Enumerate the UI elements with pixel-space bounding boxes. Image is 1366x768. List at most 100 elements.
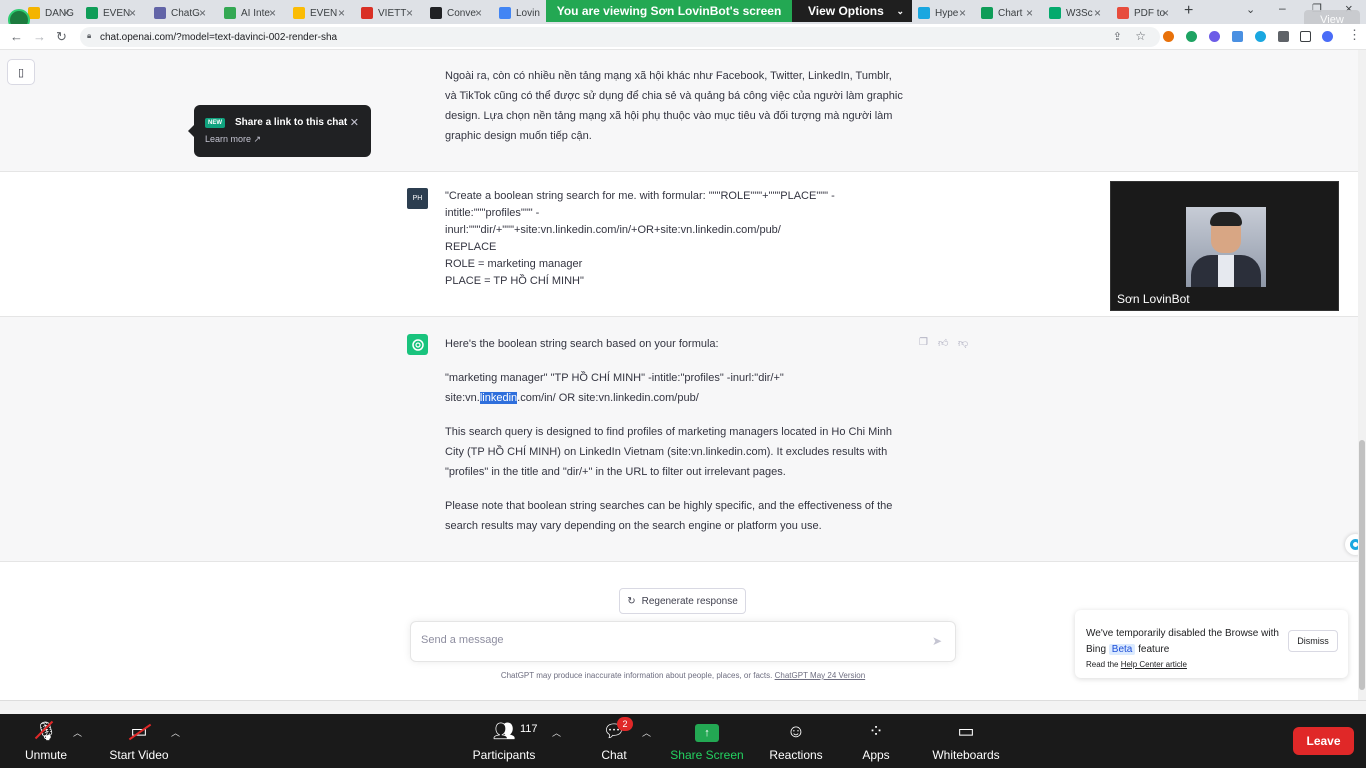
muted-microphone-icon: 🎙︎ (34, 720, 58, 741)
audio-options-chevron-icon[interactable]: ︿ (73, 726, 82, 739)
close-tab-icon[interactable]: × (406, 6, 413, 20)
puzzle-extensions-icon[interactable] (1278, 31, 1289, 42)
zoom-control-bar: 🎙︎ Unmute ︿ ▭ Start Video ︿ 👥︎ Participa… (0, 714, 1366, 768)
participants-chevron-icon[interactable]: ︿ (552, 726, 561, 739)
view-options-button[interactable]: View Options ⌄ (792, 0, 912, 22)
regenerate-response-button[interactable]: ↻ Regenerate response (619, 588, 746, 614)
chatgpt-page: ▯ Ngoài ra, còn có nhiều nền tảng mạng x… (0, 50, 1366, 700)
user-message-text: "Create a boolean string search for me. … (445, 190, 835, 287)
browser-tab[interactable]: VIETT × (355, 2, 419, 24)
notice-help: Read the Help Center article (1086, 660, 1187, 669)
close-tab-icon[interactable]: × (1094, 6, 1101, 20)
viewing-message: You are viewing Sơn LovinBot's screen (546, 0, 792, 22)
view-options-label: View Options (808, 4, 884, 18)
zoom-viewing-banner: You are viewing Sơn LovinBot's screen Vi… (546, 0, 912, 22)
selected-text: linkedin (479, 392, 518, 404)
browser-tab[interactable]: EVEN × (287, 2, 351, 24)
scrollbar-thumb[interactable] (1359, 440, 1365, 690)
unmute-button[interactable]: 🎙︎ Unmute (18, 714, 74, 768)
bookmark-star-icon[interactable]: ☆ (1135, 29, 1146, 43)
sidebar-toggle-button[interactable]: ▯ (7, 59, 35, 85)
browser-toolbar: ← → ↻ 🔒︎ chat.openai.com/?model=text-dav… (0, 24, 1366, 50)
close-tab-icon[interactable]: × (269, 6, 276, 20)
browser-tab[interactable]: W3Sc × (1043, 2, 1107, 24)
extension-icon[interactable] (1255, 31, 1266, 42)
tab-favicon-icon (1049, 7, 1061, 19)
leave-meeting-button[interactable]: Leave (1293, 727, 1354, 755)
copy-icon[interactable]: ❐ (919, 337, 928, 348)
browser-tab[interactable]: AI Inte × (218, 2, 282, 24)
participant-video-tile[interactable]: Sơn LovinBot (1110, 181, 1339, 311)
chat-unread-badge: 2 (617, 717, 633, 731)
close-tab-icon[interactable]: × (199, 6, 206, 20)
browser-menu-icon[interactable]: ⋮ (1348, 27, 1361, 43)
chatgpt-logo-icon (407, 334, 428, 355)
message-input[interactable] (421, 634, 901, 646)
forward-icon[interactable]: → (33, 29, 46, 44)
browser-tab[interactable]: PDF to × (1111, 2, 1175, 24)
smiley-icon: ☺ (786, 721, 806, 741)
video-options-chevron-icon[interactable]: ︿ (171, 726, 180, 739)
close-tab-icon[interactable]: × (475, 6, 482, 20)
browser-tab[interactable]: ChatG × (148, 2, 212, 24)
dismiss-button[interactable]: Dismiss (1288, 630, 1338, 652)
browser-tab[interactable]: EVEN × (80, 2, 142, 24)
profile-avatar[interactable] (1322, 31, 1333, 42)
version-link[interactable]: ChatGPT May 24 Version (775, 671, 866, 680)
start-video-button[interactable]: ▭ Start Video (105, 714, 173, 768)
previous-answer-text: Ngoài ra, còn có nhiều nền tảng mạng xã … (445, 70, 903, 142)
browser-tab[interactable]: Chart × (975, 2, 1039, 24)
new-tab-button[interactable]: + (1184, 2, 1193, 20)
close-tab-icon[interactable]: × (959, 6, 966, 20)
extension-icon[interactable] (1186, 31, 1197, 42)
tab-favicon-icon (293, 7, 305, 19)
tab-favicon-icon (981, 7, 993, 19)
participant-count: 117 (520, 723, 538, 735)
browser-tab[interactable]: DANG × (22, 2, 76, 24)
tab-search-icon[interactable]: ⌄ (1246, 3, 1255, 16)
whiteboards-button[interactable]: ▭ Whiteboards (928, 714, 1004, 768)
chat-chevron-icon[interactable]: ︿ (642, 726, 651, 739)
browser-tab[interactable]: Lovin (493, 2, 545, 24)
close-icon[interactable]: ✕ (350, 116, 359, 129)
new-badge: NEW (205, 118, 225, 128)
minimize-icon[interactable]: – (1279, 1, 1286, 15)
side-panel-icon[interactable] (1300, 31, 1311, 42)
close-tab-icon[interactable]: × (1026, 6, 1033, 20)
reactions-button[interactable]: ☺ Reactions (766, 714, 826, 768)
chevron-down-icon: ⌄ (896, 5, 904, 16)
thumbs-down-icon[interactable]: 👎︎ (958, 337, 968, 349)
share-page-icon[interactable]: ⇪ (1113, 30, 1122, 43)
participant-name: Sơn LovinBot (1117, 292, 1190, 306)
apps-grid-icon: ⁘ (868, 721, 884, 741)
help-center-link[interactable]: Help Center article (1121, 660, 1187, 669)
close-tab-icon[interactable]: × (1162, 6, 1169, 20)
message-composer[interactable]: ➤ (410, 621, 956, 662)
tab-favicon-icon (154, 7, 166, 19)
extension-icon[interactable] (1232, 31, 1243, 42)
sidebar-icon: ▯ (17, 66, 25, 79)
tab-favicon-icon (499, 7, 511, 19)
taskbar-strip (0, 700, 1366, 714)
learn-more-link[interactable]: Learn more ↗ (205, 134, 261, 145)
extension-icon[interactable] (1163, 31, 1174, 42)
answer-intro: Here's the boolean string search based o… (445, 338, 719, 350)
extension-icon[interactable] (1209, 31, 1220, 42)
address-bar[interactable]: 🔒︎ chat.openai.com/?model=text-davinci-0… (80, 27, 1160, 47)
browser-tab[interactable]: Hype × (912, 2, 972, 24)
back-icon[interactable]: ← (10, 29, 23, 44)
notice-text: We've temporarily disabled the Browse wi… (1086, 628, 1279, 655)
reload-icon[interactable]: ↻ (56, 29, 67, 45)
close-tab-icon[interactable]: × (63, 6, 70, 20)
share-link-tooltip: NEW Share a link to this chat Learn more… (188, 105, 371, 157)
close-tab-icon[interactable]: × (338, 6, 345, 20)
beta-badge: Beta (1108, 644, 1136, 655)
send-icon[interactable]: ➤ (932, 634, 942, 648)
browser-tab[interactable]: Conve × (424, 2, 488, 24)
apps-button[interactable]: ⁘ Apps (856, 714, 896, 768)
thumbs-up-icon[interactable]: 👍︎ (938, 337, 948, 349)
close-tab-icon[interactable]: × (129, 6, 136, 20)
share-screen-button[interactable]: ↑ Share Screen (670, 714, 744, 768)
tab-favicon-icon (1117, 7, 1129, 19)
participants-icon: 👥︎ (492, 721, 516, 741)
